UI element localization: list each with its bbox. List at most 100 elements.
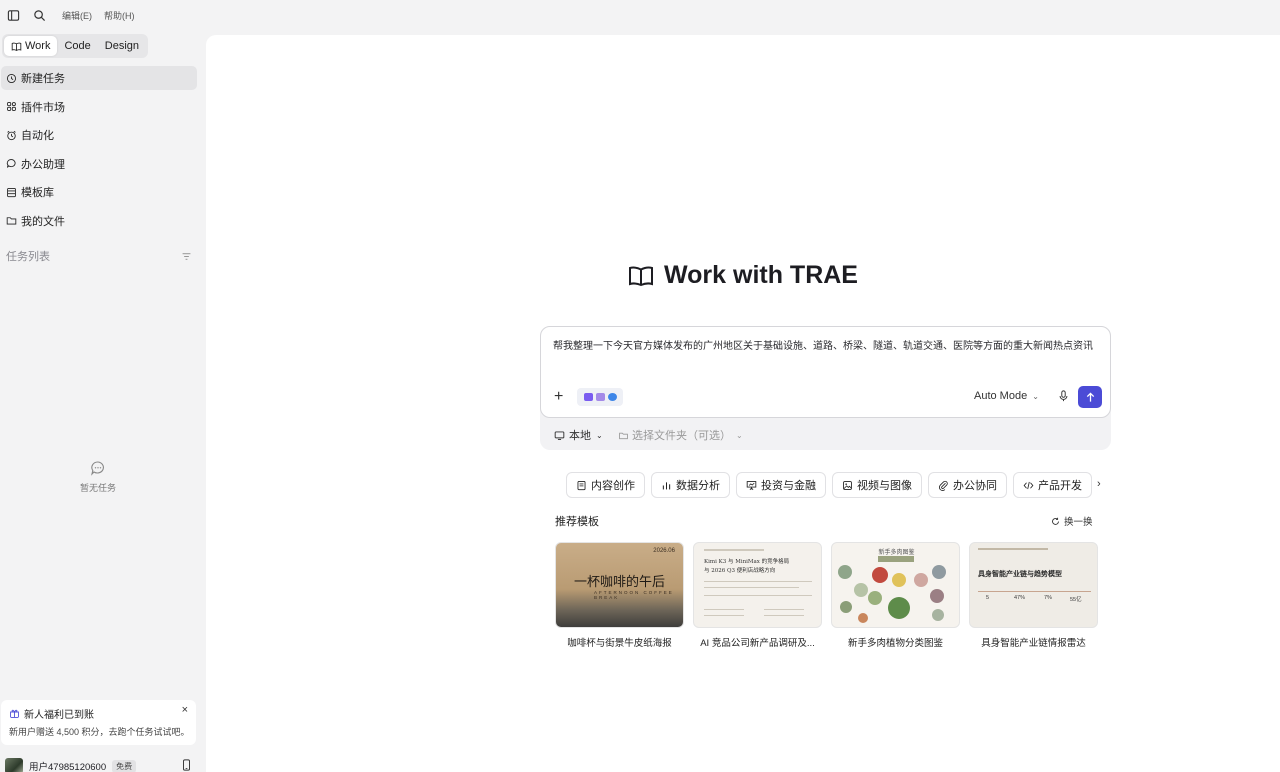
thumb-date: 2026.06 [653,548,675,554]
tab-code-label: Code [64,40,91,52]
template-card[interactable]: 新手多肉图鉴 新手多肉植物分类图鉴 [831,542,960,649]
sidebar-item-label: 模板库 [21,187,54,199]
template-thumbnail[interactable]: Kimi K3 与 MiniMax 的竞争格局 与 2026 Q3 便利店战略方… [693,542,822,628]
user-bar[interactable]: 用户47985120600 免费 [5,757,196,772]
chevron-down-icon: ⌄ [1032,391,1039,401]
category-label: 投资与金融 [761,480,816,492]
template-thumbnail[interactable]: 新手多肉图鉴 [831,542,960,628]
plan-badge: 免费 [112,759,137,772]
folder-placeholder: 选择文件夹（可选） [632,430,731,442]
chat-bubble-icon [6,159,16,168]
category-label: 产品开发 [1038,480,1082,492]
tab-design[interactable]: Design [98,36,146,56]
sidebar-toggle-icon[interactable] [4,6,22,24]
thumb-title: Kimi K3 与 MiniMax 的竞争格局 [704,559,790,565]
recommend-title: 推荐模板 [555,516,599,528]
promo-card: 新人福利已到账 新用户赠送 4,500 积分，去跑个任务试试吧。 × [1,700,196,745]
thumb-title: 新手多肉图鉴 [878,550,915,556]
tab-code[interactable]: Code [57,36,97,56]
chat-empty-icon [91,461,104,476]
template-thumbnail[interactable]: 具身智能产业链与趋势模型 5 47% 7% 55亿 [969,542,1098,628]
template-thumbnail[interactable]: 2026.06 一杯咖啡的午后 AFTERNOON COFFEE BREAK [555,542,684,628]
mode-select[interactable]: Auto Mode ⌄ [974,390,1039,402]
category-product-dev[interactable]: 产品开发 [1013,472,1092,498]
thumb-number: 7% [1044,595,1052,601]
add-icon[interactable]: + [554,389,563,405]
hero-title-text: Work with TRAE [664,261,858,289]
sidebar-item-office-assistant[interactable]: 办公助理 [1,152,197,176]
sidebar-item-label: 新建任务 [21,73,65,85]
sidebar-item-label: 办公助理 [21,158,65,171]
category-video-image[interactable]: 视频与图像 [832,472,922,498]
promo-description: 新用户赠送 4,500 积分，去跑个任务试试吧。 [9,727,190,737]
category-label: 内容创作 [591,480,635,492]
new-task-icon [6,73,17,83]
search-icon[interactable] [30,6,48,24]
empty-task-text: 暂无任务 [79,483,116,493]
chevron-down-icon: ⌄ [596,430,603,440]
mode-select-label: Auto Mode [974,390,1028,402]
mobile-icon[interactable] [181,759,192,772]
sidebar-item-my-files[interactable]: 我的文件 [1,209,197,233]
category-label: 数据分析 [676,480,720,492]
refresh-button[interactable]: 换一换 [1051,514,1093,528]
main-panel: Work with TRAE 帮我整理一下今天官方媒体发布的广州地区关于基础设施… [206,35,1280,772]
thumb-title: 一杯咖啡的午后 [574,575,666,590]
tab-design-label: Design [104,40,140,52]
menu-edit[interactable]: 编辑(E) [62,9,92,22]
category-investment-finance[interactable]: 投资与金融 [736,472,826,498]
thumb-subtitle: 与 2026 Q3 便利店战略方向 [704,568,776,574]
template-label: 咖啡杯与街景牛皮纸海报 [567,638,672,649]
sidebar-item-label: 自动化 [21,130,54,142]
promo-title: 新人福利已到账 [24,710,94,721]
document-icon [577,480,586,490]
template-cards: 2026.06 一杯咖啡的午后 AFTERNOON COFFEE BREAK 咖… [555,542,1098,649]
microphone-icon[interactable] [1058,390,1069,405]
book-icon [11,42,22,51]
mode-switcher: Work Code Design [2,34,149,58]
chevron-down-icon: ⌄ [736,430,743,440]
menu-help[interactable]: 帮助(H) [104,9,135,22]
chevron-right-icon[interactable]: › [1097,478,1101,490]
folder-select[interactable]: 选择文件夹（可选） ⌄ [618,427,743,443]
video-icon [583,393,593,401]
thumb-subtitle: AFTERNOON COFFEE BREAK [594,590,674,600]
media-tools-button[interactable] [577,388,623,406]
sidebar-item-template-library[interactable]: 模板库 [1,180,197,204]
prompt-input[interactable]: 帮我整理一下今天官方媒体发布的广州地区关于基础设施、道路、桥梁、隧道、轨道交通、… [553,337,1098,352]
avatar[interactable] [5,758,23,772]
hero-title: Work with TRAE [206,261,1280,290]
filter-icon[interactable] [181,251,192,262]
close-icon[interactable]: × [182,704,188,716]
tab-work[interactable]: Work [4,36,58,56]
book-icon [629,266,653,286]
clip-icon [939,480,948,491]
sidebar: Work Code Design 新建任务 插件市场 自动化 办公助理 模板库 [0,30,206,772]
sidebar-item-new-task[interactable]: 新建任务 [1,66,197,90]
plugin-grid-icon [7,102,16,111]
category-office-collab[interactable]: 办公协同 [928,472,1007,498]
folder-link-icon [619,432,628,439]
sidebar-item-plugin-market[interactable]: 插件市场 [1,95,197,119]
template-card[interactable]: 2026.06 一杯咖啡的午后 AFTERNOON COFFEE BREAK 咖… [555,542,684,649]
sidebar-item-label: 插件市场 [21,101,65,114]
thumb-number: 55亿 [1070,597,1082,603]
image-icon [595,393,605,401]
template-card[interactable]: Kimi K3 与 MiniMax 的竞争格局 与 2026 Q3 便利店战略方… [693,542,822,649]
sidebar-item-automation[interactable]: 自动化 [1,123,197,147]
bar-chart-icon [662,481,671,489]
prompt-composer[interactable]: 帮我整理一下今天官方媒体发布的广州地区关于基础设施、道路、桥梁、隧道、轨道交通、… [540,326,1111,418]
send-button[interactable] [1078,386,1102,408]
category-content-creation[interactable]: 内容创作 [566,472,645,498]
template-label: 具身智能产业链情报雷达 [981,638,1086,649]
monitor-icon [554,430,565,440]
refresh-label: 换一换 [1064,517,1093,528]
folder-icon [6,217,17,225]
template-card[interactable]: 具身智能产业链与趋势模型 5 47% 7% 55亿 具身智能产业链情报雷达 [969,542,1098,649]
location-select[interactable]: 本地 ⌄ [554,427,603,443]
presentation-icon [746,480,757,490]
refresh-icon [1052,517,1059,525]
gift-icon [10,709,19,718]
category-tabs: 内容创作 数据分析 投资与金融 视频与图像 办公协同 产品开发 [566,472,1092,498]
category-data-analysis[interactable]: 数据分析 [651,472,730,498]
